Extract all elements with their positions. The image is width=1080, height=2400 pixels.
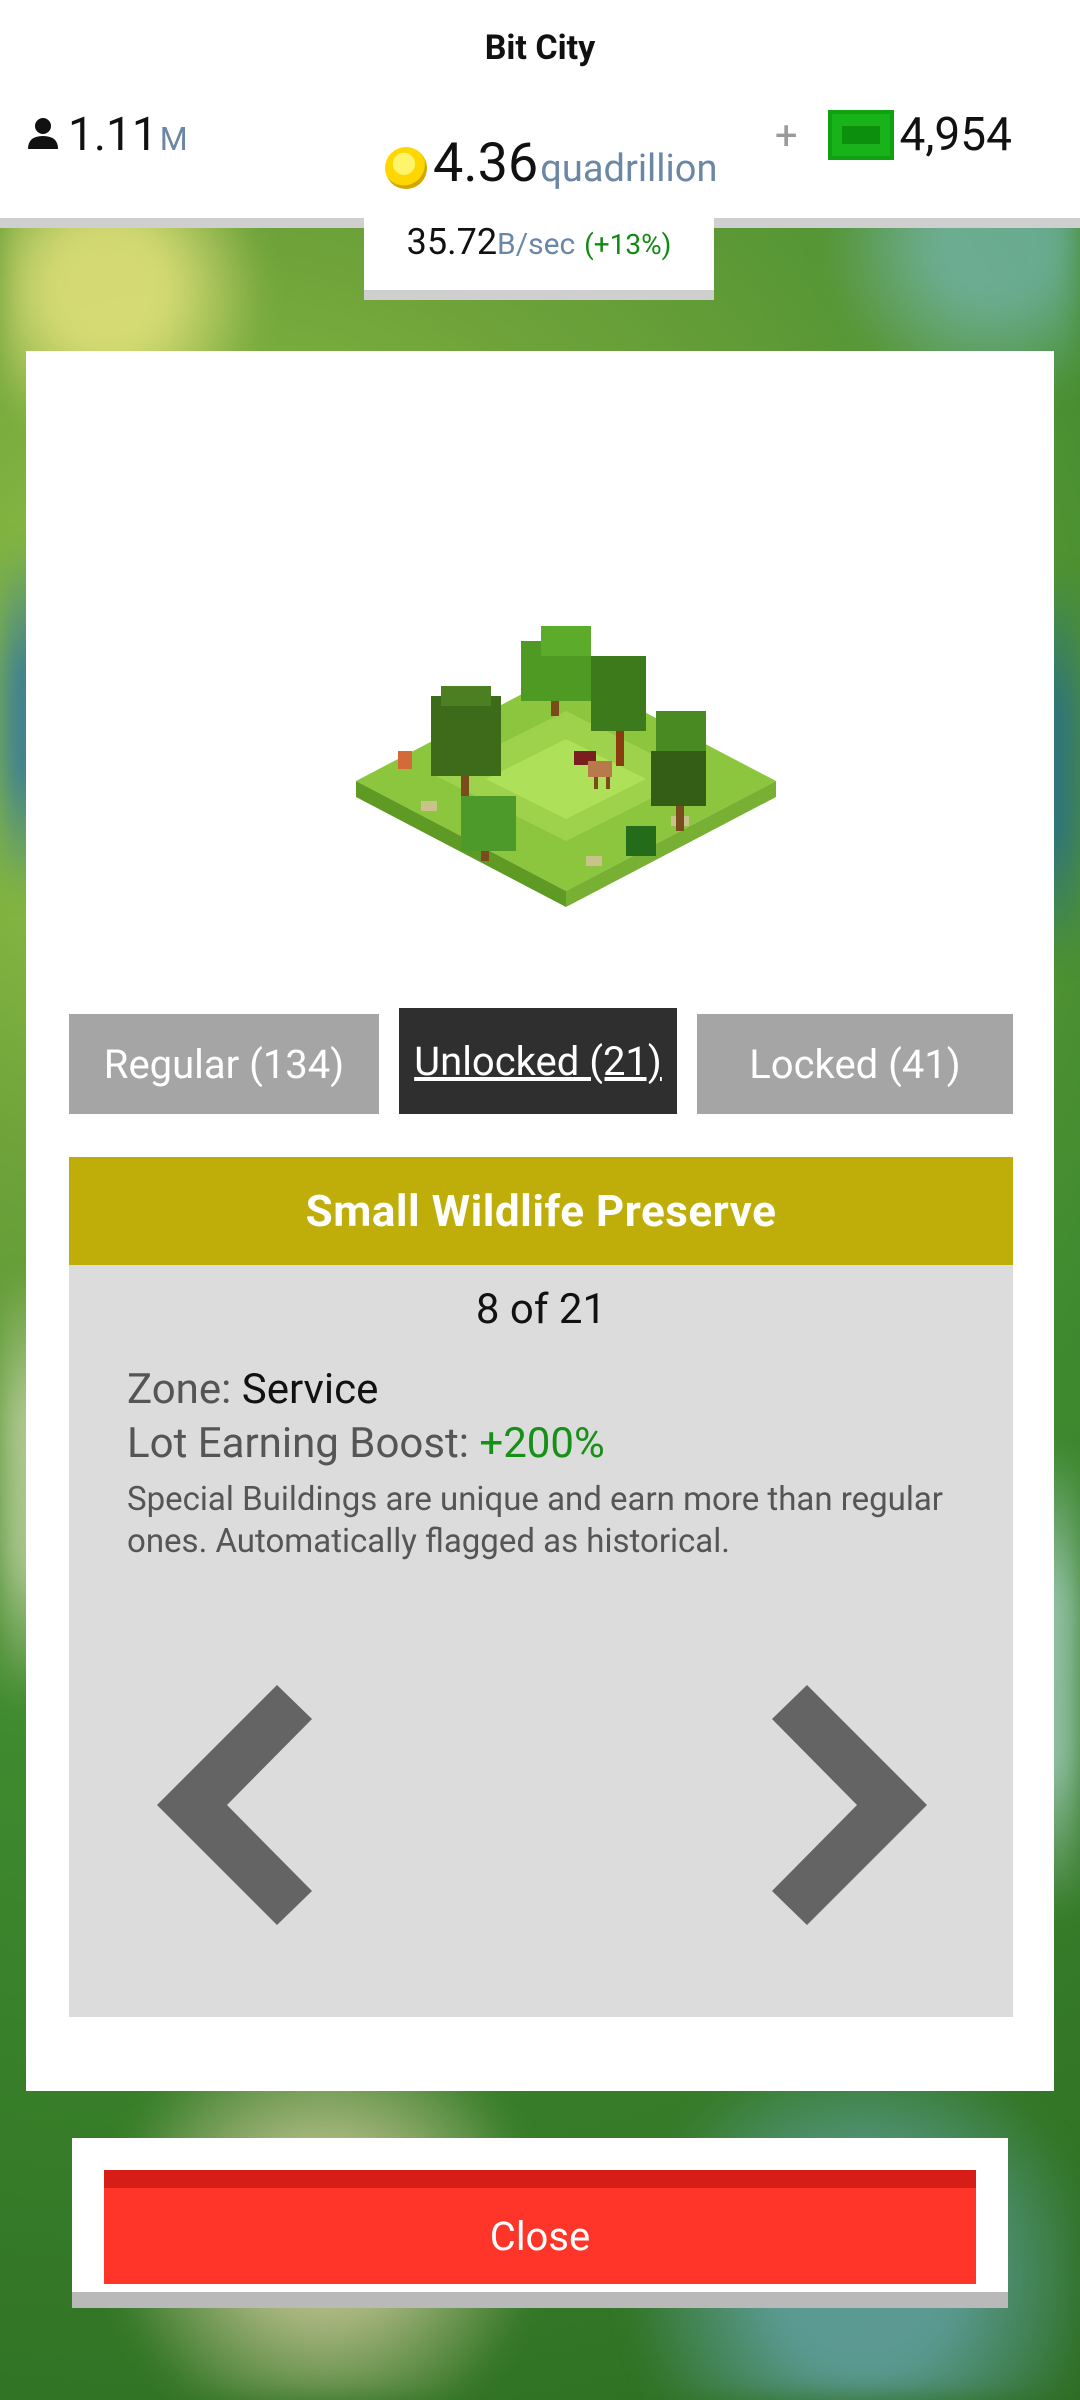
- income-rate-card: 35.72B/sec (+13%): [364, 218, 714, 300]
- rate-unit: B/sec: [497, 227, 576, 262]
- tab-locked[interactable]: Locked (41): [697, 1014, 1013, 1114]
- person-icon: [28, 118, 58, 149]
- rate-boost: (+13%): [584, 228, 672, 261]
- zone-line: Zone: Service: [127, 1365, 378, 1414]
- close-button[interactable]: Close: [104, 2170, 976, 2284]
- rate-value: 35.72: [406, 221, 498, 263]
- coin-value: 4.36: [433, 132, 539, 195]
- building-catalog-panel: Regular (134) Unlocked (21) Locked (41) …: [26, 351, 1054, 2091]
- cash-icon: [827, 110, 894, 160]
- building-preview-image: [356, 626, 776, 907]
- tab-unlocked[interactable]: Unlocked (21): [399, 1008, 677, 1114]
- boost-value: +200%: [479, 1419, 605, 1468]
- building-category-tabs: Regular (134) Unlocked (21) Locked (41): [69, 1008, 1013, 1114]
- add-cash-button[interactable]: +: [775, 112, 798, 159]
- population-counter: 1.11 M: [26, 108, 188, 162]
- building-info-box: 8 of 21 Zone: Service Lot Earning Boost:…: [69, 1265, 1013, 2017]
- building-description: Special Buildings are unique and earn mo…: [127, 1480, 943, 1561]
- cash-balance[interactable]: + 4,954: [775, 108, 1012, 162]
- coin-unit: quadrillion: [540, 147, 718, 191]
- top-status-bar: Bit City 1.11 M 4.36 quadrillion + 4,954: [0, 0, 1080, 228]
- zone-label: Zone:: [127, 1365, 242, 1414]
- chevron-left-icon[interactable]: [157, 1685, 327, 1925]
- population-value: 1.11: [68, 108, 158, 162]
- boost-line: Lot Earning Boost: +200%: [127, 1419, 605, 1468]
- app-title: Bit City: [484, 28, 596, 68]
- coin-balance: 4.36 quadrillion: [385, 132, 717, 195]
- building-name: Small Wildlife Preserve: [69, 1157, 1013, 1265]
- zone-value: Service: [241, 1365, 379, 1414]
- population-unit: M: [159, 120, 188, 158]
- tab-regular[interactable]: Regular (134): [69, 1014, 379, 1114]
- chevron-right-icon[interactable]: [757, 1685, 927, 1925]
- close-button-container: Close: [72, 2138, 1008, 2308]
- coin-icon: [385, 147, 427, 189]
- boost-label: Lot Earning Boost:: [127, 1419, 480, 1468]
- building-counter: 8 of 21: [475, 1285, 607, 1334]
- cash-value: 4,954: [899, 108, 1012, 162]
